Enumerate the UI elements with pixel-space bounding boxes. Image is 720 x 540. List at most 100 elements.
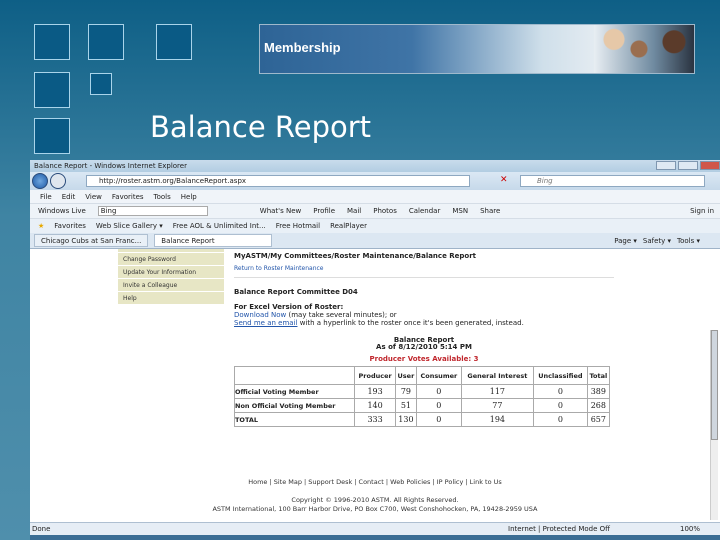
- favorite-hotmail[interactable]: Free Hotmail: [276, 222, 320, 230]
- maximize-button[interactable]: [678, 161, 698, 170]
- cell: 140: [354, 398, 396, 413]
- tab-bar: Chicago Cubs at San Franc... Balance Rep…: [30, 233, 720, 249]
- back-icon[interactable]: [32, 173, 48, 189]
- minimize-button[interactable]: [656, 161, 676, 170]
- header-general-interest: General Interest: [460, 366, 535, 385]
- footer-links[interactable]: Home | Site Map | Support Desk | Contact…: [30, 478, 720, 486]
- cell: 389: [586, 384, 611, 399]
- send-email-link[interactable]: Send me an email: [234, 319, 297, 327]
- cell: 0: [533, 384, 588, 399]
- return-link[interactable]: Return to Roster Maintenance: [234, 265, 614, 278]
- favorite-web-slice[interactable]: Web Slice Gallery ▾: [96, 222, 163, 230]
- decorative-square: [90, 73, 112, 95]
- sidebar-item-help[interactable]: Help: [118, 292, 224, 305]
- live-photos[interactable]: Photos: [373, 207, 397, 215]
- table-header-row: Producer User Consumer General Interest …: [233, 366, 611, 385]
- safety-menu[interactable]: Safety ▾: [643, 237, 671, 245]
- menu-file[interactable]: File: [40, 193, 52, 201]
- sign-in-link[interactable]: Sign in: [690, 207, 714, 215]
- cell: 194: [460, 412, 535, 427]
- slide-title: Balance Report: [150, 110, 372, 144]
- header-total: Total: [586, 366, 611, 385]
- menu-help[interactable]: Help: [181, 193, 197, 201]
- producer-votes: Producer Votes Available: 3: [369, 355, 479, 363]
- row-label: TOTAL: [233, 412, 356, 427]
- cell: 130: [394, 412, 417, 427]
- cell: 268: [586, 398, 611, 413]
- header-user: User: [394, 366, 417, 385]
- row-label: Non Official Voting Member: [233, 398, 356, 413]
- tab-cubs[interactable]: Chicago Cubs at San Franc...: [34, 234, 149, 247]
- sidebar-item-update-info[interactable]: Update Your Information: [118, 266, 224, 279]
- membership-banner: Membership: [259, 24, 695, 74]
- table-row-total: TOTAL 333 130 0 194 0 657: [233, 412, 611, 427]
- favorite-realplayer[interactable]: RealPlayer: [330, 222, 367, 230]
- browser-window: Balance Report - Windows Internet Explor…: [30, 160, 720, 540]
- live-search-input[interactable]: Bing: [97, 206, 208, 216]
- security-zone: Internet | Protected Mode Off: [508, 525, 610, 533]
- favorites-bar: ★ Favorites Web Slice Gallery ▾ Free AOL…: [30, 218, 720, 233]
- page-menu[interactable]: Page ▾: [614, 237, 637, 245]
- live-calendar[interactable]: Calendar: [409, 207, 440, 215]
- status-bar: Done Internet | Protected Mode Off 100%: [30, 522, 720, 535]
- menu-favorites[interactable]: Favorites: [112, 193, 144, 201]
- header-consumer: Consumer: [415, 366, 462, 385]
- decorative-square: [34, 118, 70, 154]
- cell: 77: [460, 398, 535, 413]
- cell: 333: [354, 412, 396, 427]
- address-bar: http://roster.astm.org/BalanceReport.asp…: [30, 172, 720, 190]
- menu-edit[interactable]: Edit: [62, 193, 76, 201]
- taskbar: [30, 535, 720, 540]
- cell: 117: [460, 384, 535, 399]
- report-date: As of 8/12/2010 5:14 PM: [376, 343, 472, 351]
- close-button[interactable]: [700, 161, 720, 170]
- cell: 0: [415, 384, 462, 399]
- tools-menu[interactable]: Tools ▾: [677, 237, 700, 245]
- decorative-square: [88, 24, 124, 60]
- copyright: Copyright © 1996-2010 ASTM. All Rights R…: [291, 496, 459, 504]
- stop-icon[interactable]: ✕: [500, 175, 508, 185]
- people-photo: [594, 25, 694, 73]
- download-now-link[interactable]: Download Now: [234, 311, 286, 319]
- address: ASTM International, 100 Barr Harbor Driv…: [212, 505, 538, 513]
- live-profile[interactable]: Profile: [313, 207, 335, 215]
- zoom-level[interactable]: 100%: [680, 525, 700, 533]
- download-note: (may take several minutes); or: [286, 311, 397, 319]
- committee-heading: Balance Report Committee D04: [234, 288, 358, 296]
- row-label: Official Voting Member: [233, 384, 356, 399]
- cell: 0: [533, 398, 588, 413]
- cell: 79: [394, 384, 417, 399]
- favorites-button[interactable]: Favorites: [54, 222, 86, 230]
- scrollbar-thumb[interactable]: [711, 330, 718, 440]
- forward-icon[interactable]: [50, 173, 66, 189]
- email-note: with a hyperlink to the roster once it's…: [297, 319, 524, 327]
- tab-balance-report[interactable]: Balance Report: [154, 234, 273, 247]
- live-msn[interactable]: MSN: [452, 207, 468, 215]
- live-mail[interactable]: Mail: [347, 207, 361, 215]
- cell: 51: [394, 398, 417, 413]
- sidebar-item-invite[interactable]: Invite a Colleague: [118, 279, 224, 292]
- breadcrumb: MyASTM/My Committees/Roster Maintenance/…: [234, 252, 477, 260]
- vertical-scrollbar[interactable]: [710, 330, 718, 520]
- live-share[interactable]: Share: [480, 207, 500, 215]
- search-input[interactable]: Bing: [520, 175, 705, 187]
- main-content: MyASTM/My Committees/Roster Maintenance/…: [234, 252, 614, 363]
- sidebar-menu: My Profile Change Password Update Your I…: [118, 249, 224, 305]
- star-icon: ★: [38, 222, 45, 230]
- header-blank: [233, 366, 356, 385]
- cell: 0: [415, 412, 462, 427]
- status-text: Done: [32, 525, 51, 533]
- menu-view[interactable]: View: [85, 193, 102, 201]
- sidebar-item-change-password[interactable]: Change Password: [118, 253, 224, 266]
- excel-heading: For Excel Version of Roster:: [234, 303, 344, 311]
- menu-tools[interactable]: Tools: [154, 193, 171, 201]
- decorative-square: [156, 24, 192, 60]
- favorite-aol[interactable]: Free AOL & Unlimited Int...: [173, 222, 266, 230]
- header-unclassified: Unclassified: [533, 366, 588, 385]
- windows-live-brand[interactable]: Windows Live: [38, 207, 86, 215]
- url-input[interactable]: http://roster.astm.org/BalanceReport.asp…: [86, 175, 470, 187]
- cell: 0: [415, 398, 462, 413]
- live-whats-new[interactable]: What's New: [260, 207, 301, 215]
- cell: 193: [354, 384, 396, 399]
- cell: 657: [586, 412, 611, 427]
